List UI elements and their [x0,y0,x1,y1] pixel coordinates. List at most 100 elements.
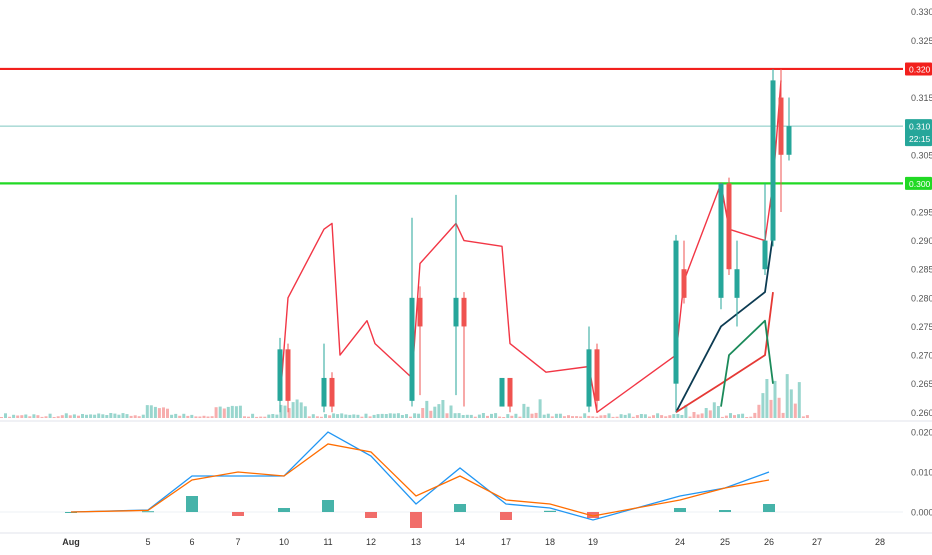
candle-body[interactable] [321,377,327,407]
candle-body[interactable] [453,297,459,327]
candle-body[interactable] [285,349,291,401]
volume-bar [56,416,60,418]
macd-histogram-bar [454,504,466,512]
volume-bar [652,415,655,418]
candlestick-chart: 0.330 0.325 0.320 0.315 0.310 0.305 0.300 0.295… [0,7,932,547]
volume-bar [708,410,712,418]
volume-bar [417,413,421,418]
candle-body[interactable] [762,240,768,270]
volume-bar [453,413,457,418]
volume-bar [263,416,267,418]
macd-histogram-bar [365,512,377,518]
volume-bar [741,413,745,418]
volume-bar [773,380,777,418]
candle-body[interactable] [499,377,505,407]
volume-bar [251,413,255,418]
volume-bar [753,412,757,418]
candle-body[interactable] [507,377,513,407]
volume-bar [376,414,380,418]
volume-bar [81,414,84,418]
candle-body[interactable] [718,183,724,298]
volume-bar [619,414,623,418]
volume-bar [166,408,169,418]
volume-bar [222,408,226,418]
volume-bar [77,415,80,418]
volume-bar [396,413,400,418]
volume-bar [534,412,538,418]
signal-line [70,443,770,517]
candle-body[interactable] [417,297,423,327]
macd-histogram-bar [674,508,686,512]
date-tick-label: 24 [675,537,685,547]
date-tick-label: 27 [812,537,822,547]
volume-bar [749,416,753,418]
candle-body[interactable] [594,349,600,401]
volume-bar [676,414,680,418]
volume-bar [89,414,93,418]
volume-bar [692,412,696,418]
volume-bar [615,416,619,418]
date-tick-label: 28 [875,537,885,547]
candle-body[interactable] [681,269,687,298]
volume-bar [603,415,607,418]
volume-bar [315,416,319,418]
volume-bar [583,413,587,418]
volume-bar [20,415,24,418]
volume-bar [558,413,562,418]
candle-body[interactable] [778,97,784,155]
macd-histogram-bar [410,512,422,528]
candle-body[interactable] [586,349,592,407]
candle-body[interactable] [770,80,776,241]
volume-bar [765,379,769,418]
volume-bar [562,416,566,418]
volume-bar [712,402,716,418]
volume-bar [40,416,44,418]
volume-bar [668,415,672,418]
macd-histogram-bar [544,510,556,512]
volume-bar [105,415,109,418]
date-tick-label: 5 [145,537,150,547]
moving-average-line [279,80,782,413]
candle-body[interactable] [673,240,679,384]
candle-body[interactable] [786,126,792,155]
volume-bar [182,413,186,418]
date-tick-label: 26 [764,537,774,547]
volume-bar [623,414,627,418]
volume-bar [271,414,275,418]
volume-bar [473,416,477,418]
candle-body[interactable] [329,377,335,407]
volume-bar [283,405,287,418]
volume-bar [688,416,692,418]
candle-body[interactable] [726,183,732,270]
volume-bar [575,416,579,418]
candle-body[interactable] [277,349,283,401]
volume-bar [170,414,174,418]
macd-histogram-bar [278,508,290,512]
volume-bar [68,415,72,418]
volume-bar [157,408,161,418]
volume-bar [599,415,603,418]
candle-body[interactable] [461,297,467,327]
candle-body[interactable] [409,297,415,401]
price-tick-label: 0.275 [911,322,932,332]
volume-bar [793,403,797,418]
volume-bar [117,414,121,418]
volume-bar [631,416,635,418]
volume-bar [214,407,218,418]
chart-container: 0.330 0.325 0.320 0.315 0.310 0.305 0.300 0.295… [0,0,932,550]
volume-bar [303,406,307,418]
candle-body[interactable] [734,269,740,298]
volume-bar [32,414,36,418]
volume-bar [648,416,651,418]
volume-bar [319,416,323,418]
volume-bar [384,414,388,418]
volume-bar [133,415,137,418]
volume-bar [16,415,20,418]
volume-bar [757,404,761,418]
volume-bar [664,416,668,418]
volume-bar [781,412,785,418]
volume-bar [680,415,684,418]
volume-bar [729,413,732,418]
volume-bar [0,417,3,418]
volume-bars [0,374,809,418]
